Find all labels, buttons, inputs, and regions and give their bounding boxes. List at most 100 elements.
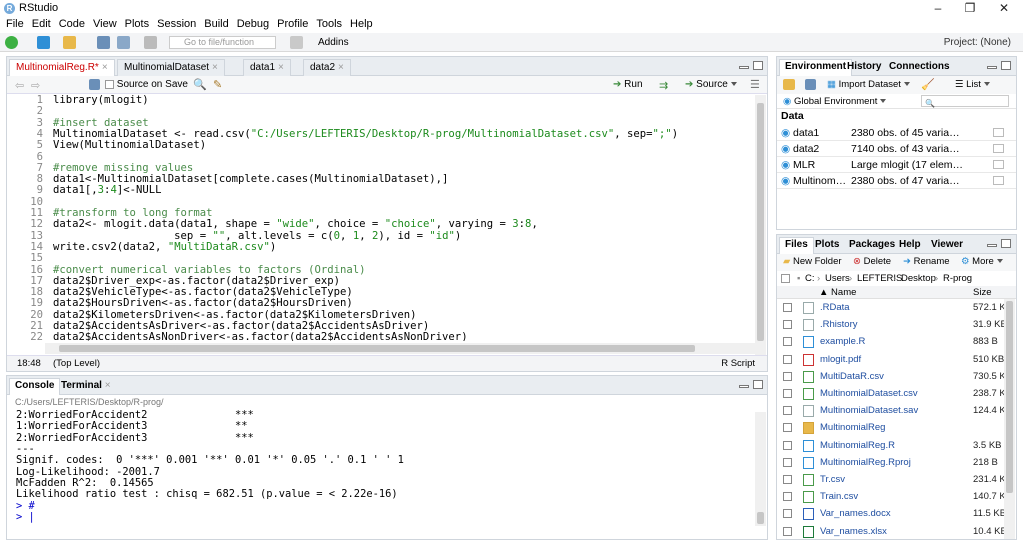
file-name[interactable]: MultinomialReg.Rproj (820, 454, 911, 471)
project-menu[interactable]: Project: (None) (944, 37, 1011, 48)
menu-file[interactable]: File (6, 16, 24, 33)
file-checkbox[interactable] (783, 354, 792, 364)
file-checkbox[interactable] (783, 457, 792, 467)
view-table-icon[interactable] (993, 128, 1004, 137)
file-name[interactable]: Train.csv (820, 488, 858, 505)
menu-view[interactable]: View (93, 16, 117, 33)
minimize-pane-icon[interactable] (739, 66, 749, 69)
new-folder-button[interactable]: ▰ New Folder (783, 254, 842, 270)
select-all-checkbox[interactable] (781, 274, 790, 283)
code-line[interactable]: View(MultinomialDataset) (53, 139, 206, 151)
expand-icon[interactable]: ◉ (781, 141, 790, 157)
source-button[interactable]: ➔ Source (685, 79, 737, 90)
code-line[interactable]: write.csv2(data2, "MultiDataR.csv") (53, 241, 276, 253)
minimize-files-icon[interactable] (987, 244, 997, 247)
print-icon[interactable] (144, 36, 157, 49)
expand-icon[interactable]: ◉ (781, 157, 790, 173)
file-name[interactable]: MultinomialDataset.csv (820, 385, 918, 402)
file-checkbox[interactable] (783, 320, 792, 330)
menu-code[interactable]: Code (59, 16, 85, 33)
expand-icon[interactable]: ◉ (781, 173, 790, 189)
view-table-icon[interactable] (993, 144, 1004, 153)
tab-help[interactable]: Help (899, 238, 921, 252)
view-table-icon[interactable] (993, 176, 1004, 185)
file-checkbox[interactable] (783, 303, 792, 312)
file-name[interactable]: MultinomialDataset.sav (820, 402, 918, 419)
wand-icon[interactable]: ✎ (213, 78, 222, 91)
file-checkbox[interactable] (783, 337, 792, 347)
goto-file-input[interactable]: Go to file/function (169, 36, 276, 49)
maximize-files-icon[interactable] (1001, 239, 1011, 248)
global-env-menu[interactable]: ◉ Global Environment (783, 94, 887, 109)
minimize-env-icon[interactable] (987, 66, 997, 69)
editor-vscroll[interactable] (755, 95, 766, 357)
file-checkbox[interactable] (783, 440, 792, 450)
crumb-users[interactable]: Users (825, 271, 850, 286)
console-vscroll[interactable] (755, 412, 766, 526)
console-path[interactable]: C:/Users/LEFTERIS/Desktop/R-prog/ (15, 397, 164, 407)
file-checkbox[interactable] (783, 371, 792, 381)
crumb-desktop[interactable]: Desktop (901, 271, 936, 286)
env-search-input[interactable]: 🔍 (921, 95, 1009, 108)
env-row[interactable]: ◉ data2 7140 obs. of 43 varia… (777, 141, 1016, 157)
grid-layout-icon[interactable] (290, 36, 303, 49)
file-name[interactable]: MultiDataR.csv (820, 368, 884, 385)
file-checkbox[interactable] (783, 389, 792, 398)
minimize-console-icon[interactable] (739, 385, 749, 388)
file-row[interactable]: Tr.csv 231.4 KB (777, 471, 1021, 488)
menu-build[interactable]: Build (204, 16, 228, 33)
outline-icon[interactable]: ☰ (750, 78, 760, 91)
col-name[interactable]: ▲ Name (819, 286, 856, 299)
new-project-icon[interactable] (37, 36, 50, 49)
file-checkbox[interactable] (783, 406, 792, 416)
file-name[interactable]: MultinomialReg.R (820, 437, 895, 454)
tab-packages[interactable]: Packages (849, 238, 895, 252)
menu-profile[interactable]: Profile (277, 16, 308, 33)
search-icon[interactable]: 🔍 (193, 78, 207, 91)
scope-menu[interactable]: (Top Level) (53, 356, 100, 371)
forward-icon[interactable]: ⇨ (31, 79, 40, 92)
maximize-pane-icon[interactable] (753, 61, 763, 70)
back-icon[interactable]: ⇦ (15, 79, 24, 92)
code-line[interactable]: library(mlogit) (53, 95, 149, 106)
tab-environment[interactable]: Environment (779, 59, 853, 76)
tab-multinomialreg[interactable]: MultinomialReg.R* × (9, 59, 115, 77)
file-row[interactable]: MultinomialDataset.csv 238.7 KB (777, 385, 1021, 402)
crumb-c[interactable]: C: (805, 271, 815, 286)
tab-multinomialdataset[interactable]: MultinomialDataset × (117, 59, 225, 76)
file-row[interactable]: .RData 572.1 KB (777, 299, 1021, 316)
tab-plots[interactable]: Plots (815, 238, 839, 252)
file-row[interactable]: MultinomialReg (777, 419, 1021, 436)
menu-edit[interactable]: Edit (32, 16, 51, 33)
tab-data2[interactable]: data2 × (303, 59, 351, 76)
files-vscroll[interactable] (1004, 299, 1015, 539)
save-file-icon[interactable] (89, 79, 100, 90)
tab-viewer[interactable]: Viewer (931, 238, 963, 252)
env-row[interactable]: ◉ MLR Large mlogit (17 elem… (777, 157, 1016, 173)
code-line[interactable]: data1[,3:4]<-NULL (53, 185, 161, 197)
file-checkbox[interactable] (783, 423, 792, 433)
file-row[interactable]: .Rhistory 31.9 KB (777, 316, 1021, 333)
file-name[interactable]: example.R (820, 333, 865, 350)
code-line[interactable]: data2$AccidentsAsNonDriver<-as.factor(da… (53, 331, 468, 341)
file-checkbox[interactable] (783, 492, 792, 502)
code-editor[interactable]: 1 library(mlogit) 2 3 #insert dataset 4 Multin… (7, 95, 753, 341)
maximize-button[interactable]: ❐ (953, 0, 987, 16)
import-dataset-button[interactable]: ▦ Import Dataset (827, 79, 910, 90)
file-type-menu[interactable]: R Script (721, 356, 755, 371)
file-checkbox[interactable] (783, 475, 792, 484)
rerun-icon[interactable]: ⇉ (659, 79, 668, 92)
file-row[interactable]: MultinomialReg.R 3.5 KB (777, 437, 1021, 454)
save-workspace-icon[interactable] (805, 79, 816, 90)
file-row[interactable]: MultinomialDataset.sav 124.4 KB (777, 402, 1021, 419)
env-row[interactable]: ◉ Multinom… 2380 obs. of 47 varia… (777, 173, 1016, 189)
console-output[interactable]: 2:WorriedForAccident2 *** 1:WorriedForAcc… (16, 409, 404, 523)
list-view-button[interactable]: ☰ List (955, 79, 990, 90)
menu-help[interactable]: Help (350, 16, 373, 33)
load-workspace-icon[interactable] (783, 79, 795, 90)
file-name[interactable]: MultinomialReg (820, 419, 885, 436)
maximize-env-icon[interactable] (1001, 61, 1011, 70)
view-table-icon[interactable] (993, 160, 1004, 169)
tab-terminal[interactable]: Terminal × (61, 379, 111, 393)
run-button[interactable]: ➔ Run (613, 79, 643, 90)
